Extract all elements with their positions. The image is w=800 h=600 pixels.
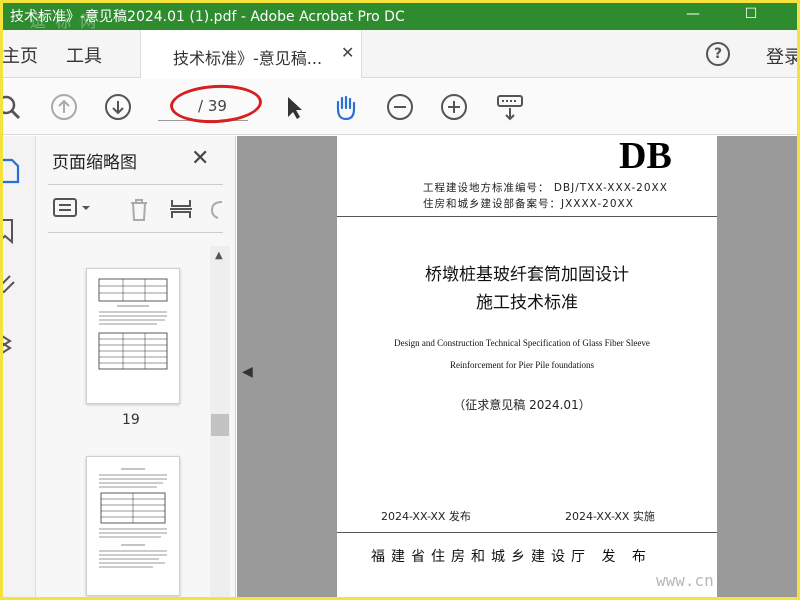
panel-title: 页面缩略图 — [52, 153, 137, 173]
page-thumbnail-19[interactable] — [86, 268, 180, 404]
maximize-button[interactable]: ☐ — [740, 4, 762, 24]
zoom-in-icon[interactable] — [440, 93, 468, 121]
site-watermark: www.cn — [656, 571, 714, 590]
login-button[interactable]: 登录 — [766, 43, 800, 69]
standard-logo: DB — [619, 135, 672, 177]
divider — [48, 184, 223, 185]
divider — [48, 232, 223, 233]
doc-title-line1: 桥墩桩基玻纤套筒加固设计 — [425, 265, 629, 285]
thumbnail-preview — [99, 468, 167, 568]
tab-home[interactable]: 主页 — [2, 42, 38, 68]
tab-tools[interactable]: 工具 — [66, 42, 102, 68]
doc-title-line2: 施工技术标准 — [476, 293, 578, 313]
thumbnail-preview — [98, 278, 168, 370]
header-rule — [337, 216, 717, 217]
thumbnails-scrollbar[interactable]: ▲ — [210, 246, 230, 600]
search-icon[interactable] — [0, 93, 22, 121]
minimize-button[interactable]: — — [682, 4, 704, 24]
toolbar: / 39 — [0, 79, 800, 135]
english-title-line1: Design and Construction Technical Specif… — [394, 338, 650, 348]
document-tab-label: 技术标准》-意见稿... — [173, 49, 323, 68]
select-cursor-icon[interactable] — [280, 93, 308, 121]
close-tab-icon[interactable]: ✕ — [341, 43, 354, 62]
watermark-logo: 逗 标 网 — [30, 12, 99, 31]
bookmarks-icon[interactable] — [0, 218, 22, 244]
draft-label: （征求意见稿 2024.01） — [453, 398, 591, 412]
page-thumbnail-20[interactable] — [86, 456, 180, 596]
release-date: 2024-XX-XX 发布 — [381, 510, 471, 523]
page-thumbnails-icon[interactable] — [0, 158, 22, 184]
thumbnail-page-number: 19 — [122, 412, 140, 428]
keyboard-scroll-icon[interactable] — [496, 93, 524, 121]
title-bar: 技术标准》-意见稿2024.01 (1).pdf - Adobe Acrobat… — [0, 0, 800, 31]
issuing-authority: 福建省住房和城乡建设厅 发 布 — [371, 549, 652, 565]
menu-bar: 主页 工具 技术标准》-意见稿... ✕ ? 登录 — [0, 30, 800, 78]
footer-rule — [337, 532, 717, 533]
filing-number: 住房和城乡建设部备案号：JXXXX-20XX — [423, 198, 634, 210]
thumbnails-panel: 页面缩略图 ✕ 19 ▲ — [36, 136, 236, 600]
document-tab[interactable]: 技术标准》-意见稿... ✕ — [140, 30, 362, 78]
zoom-out-icon[interactable] — [386, 93, 414, 121]
delete-icon[interactable] — [126, 196, 152, 222]
previous-page-icon[interactable] — [50, 93, 78, 121]
english-title-line2: Reinforcement for Pier Pile foundations — [450, 360, 594, 370]
split-pages-icon[interactable] — [168, 196, 194, 222]
layers-icon[interactable] — [0, 332, 22, 358]
scrollbar-thumb[interactable] — [211, 414, 229, 436]
red-highlight-oval — [169, 82, 263, 126]
page-margin — [717, 136, 800, 600]
scroll-up-icon[interactable]: ▲ — [215, 250, 223, 261]
thumbnail-options-icon[interactable] — [52, 196, 96, 220]
help-icon[interactable]: ? — [706, 42, 730, 66]
close-panel-icon[interactable]: ✕ — [191, 146, 209, 171]
collapse-panel-icon[interactable]: ◀ — [242, 364, 253, 380]
hand-tool-icon[interactable] — [331, 93, 359, 121]
document-viewer[interactable]: ◀ DB 工程建设地方标准编号： DBJ/TXX-XXX-20XX 住房和城乡建… — [237, 135, 800, 600]
left-rail — [0, 136, 36, 600]
pdf-page: DB 工程建设地方标准编号： DBJ/TXX-XXX-20XX 住房和城乡建设部… — [337, 135, 717, 600]
rotate-icon[interactable] — [208, 196, 228, 222]
standard-number: 工程建设地方标准编号： DBJ/TXX-XXX-20XX — [423, 182, 668, 194]
next-page-icon[interactable] — [104, 93, 132, 121]
effective-date: 2024-XX-XX 实施 — [565, 510, 655, 523]
attachments-icon[interactable] — [0, 272, 22, 298]
